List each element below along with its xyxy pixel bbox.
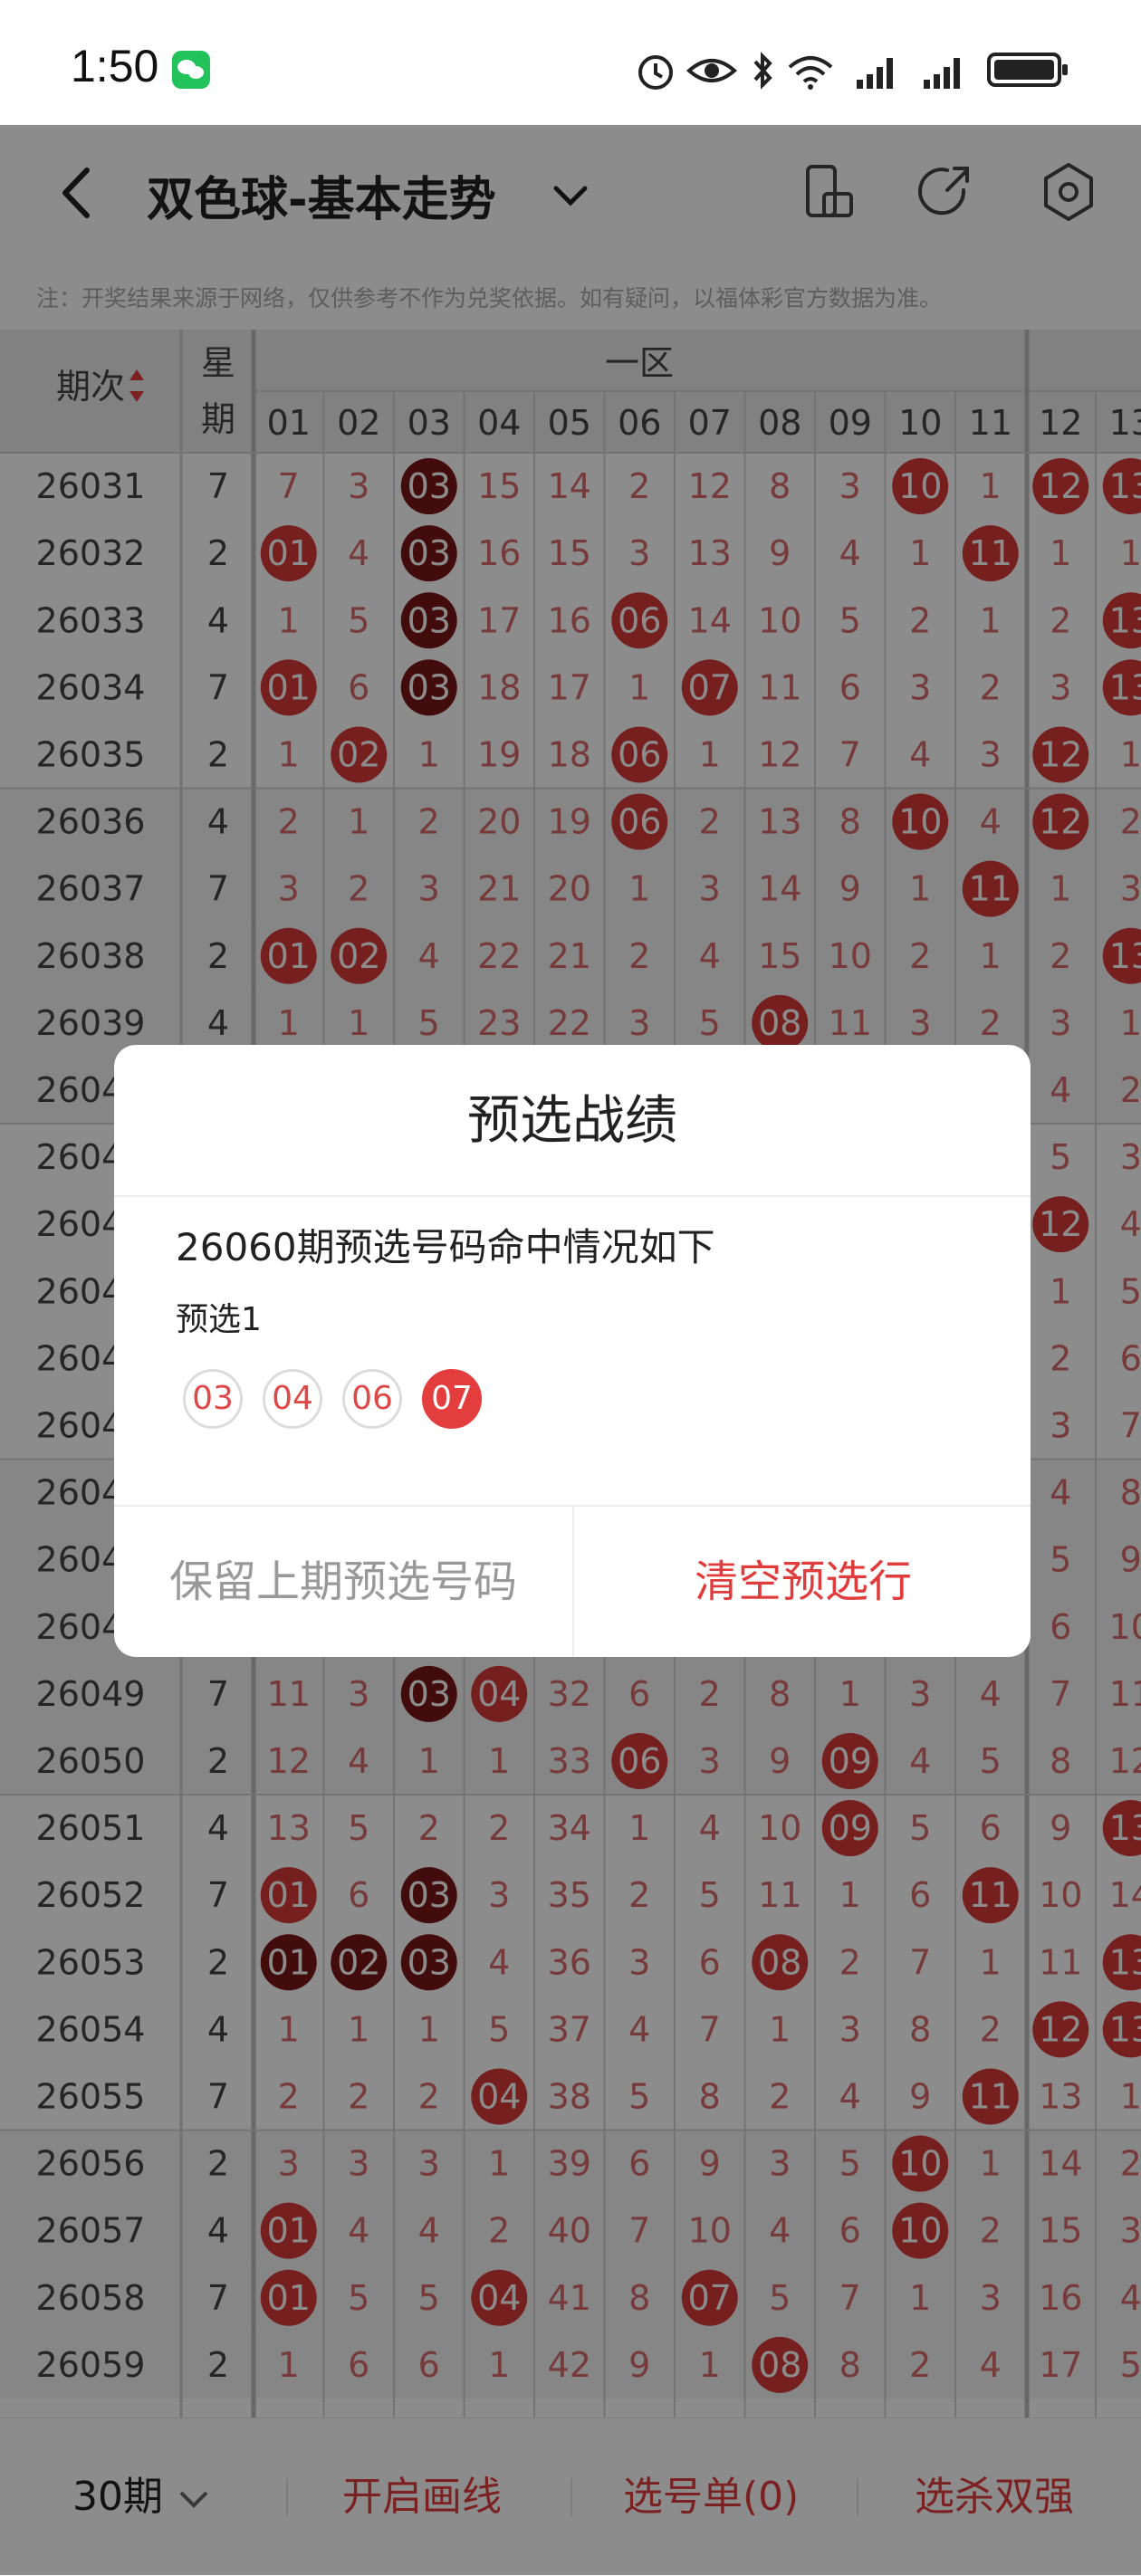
preselection-result-dialog: 预选战绩 26060期预选号码命中情况如下 预选1 03 04 06 07 保留… bbox=[114, 1045, 1031, 1657]
alarm-icon bbox=[638, 55, 673, 90]
preselection-label: 预选1 bbox=[176, 1301, 262, 1338]
preselection-ball: 07 bbox=[422, 1369, 482, 1429]
divider bbox=[114, 1195, 1031, 1197]
eye-icon bbox=[686, 59, 737, 82]
signal-2-icon bbox=[924, 58, 960, 89]
clear-preselection-button[interactable]: 清空预选行 bbox=[574, 1507, 1031, 1657]
dialog-title: 预选战绩 bbox=[466, 1089, 677, 1151]
wechat-notification-icon bbox=[172, 51, 210, 89]
bluetooth-icon bbox=[753, 52, 772, 90]
wifi-icon bbox=[788, 56, 833, 90]
status-bar: 1:50 bbox=[0, 0, 1141, 125]
preselection-ball: 03 bbox=[183, 1369, 243, 1429]
dialog-subtitle: 26060期预选号码命中情况如下 bbox=[176, 1225, 715, 1269]
screen: 1:50 双色球-基本走势 注：开奖结果来源于网络，仅供参考不作为兑奖依据。如有… bbox=[0, 0, 1141, 2576]
preselection-ball: 04 bbox=[263, 1369, 322, 1429]
battery-icon bbox=[987, 53, 1068, 87]
keep-previous-button[interactable]: 保留上期预选号码 bbox=[114, 1507, 572, 1657]
status-time: 1:50 bbox=[71, 41, 159, 91]
signal-1-icon bbox=[857, 58, 893, 89]
preselection-ball: 06 bbox=[342, 1369, 402, 1429]
